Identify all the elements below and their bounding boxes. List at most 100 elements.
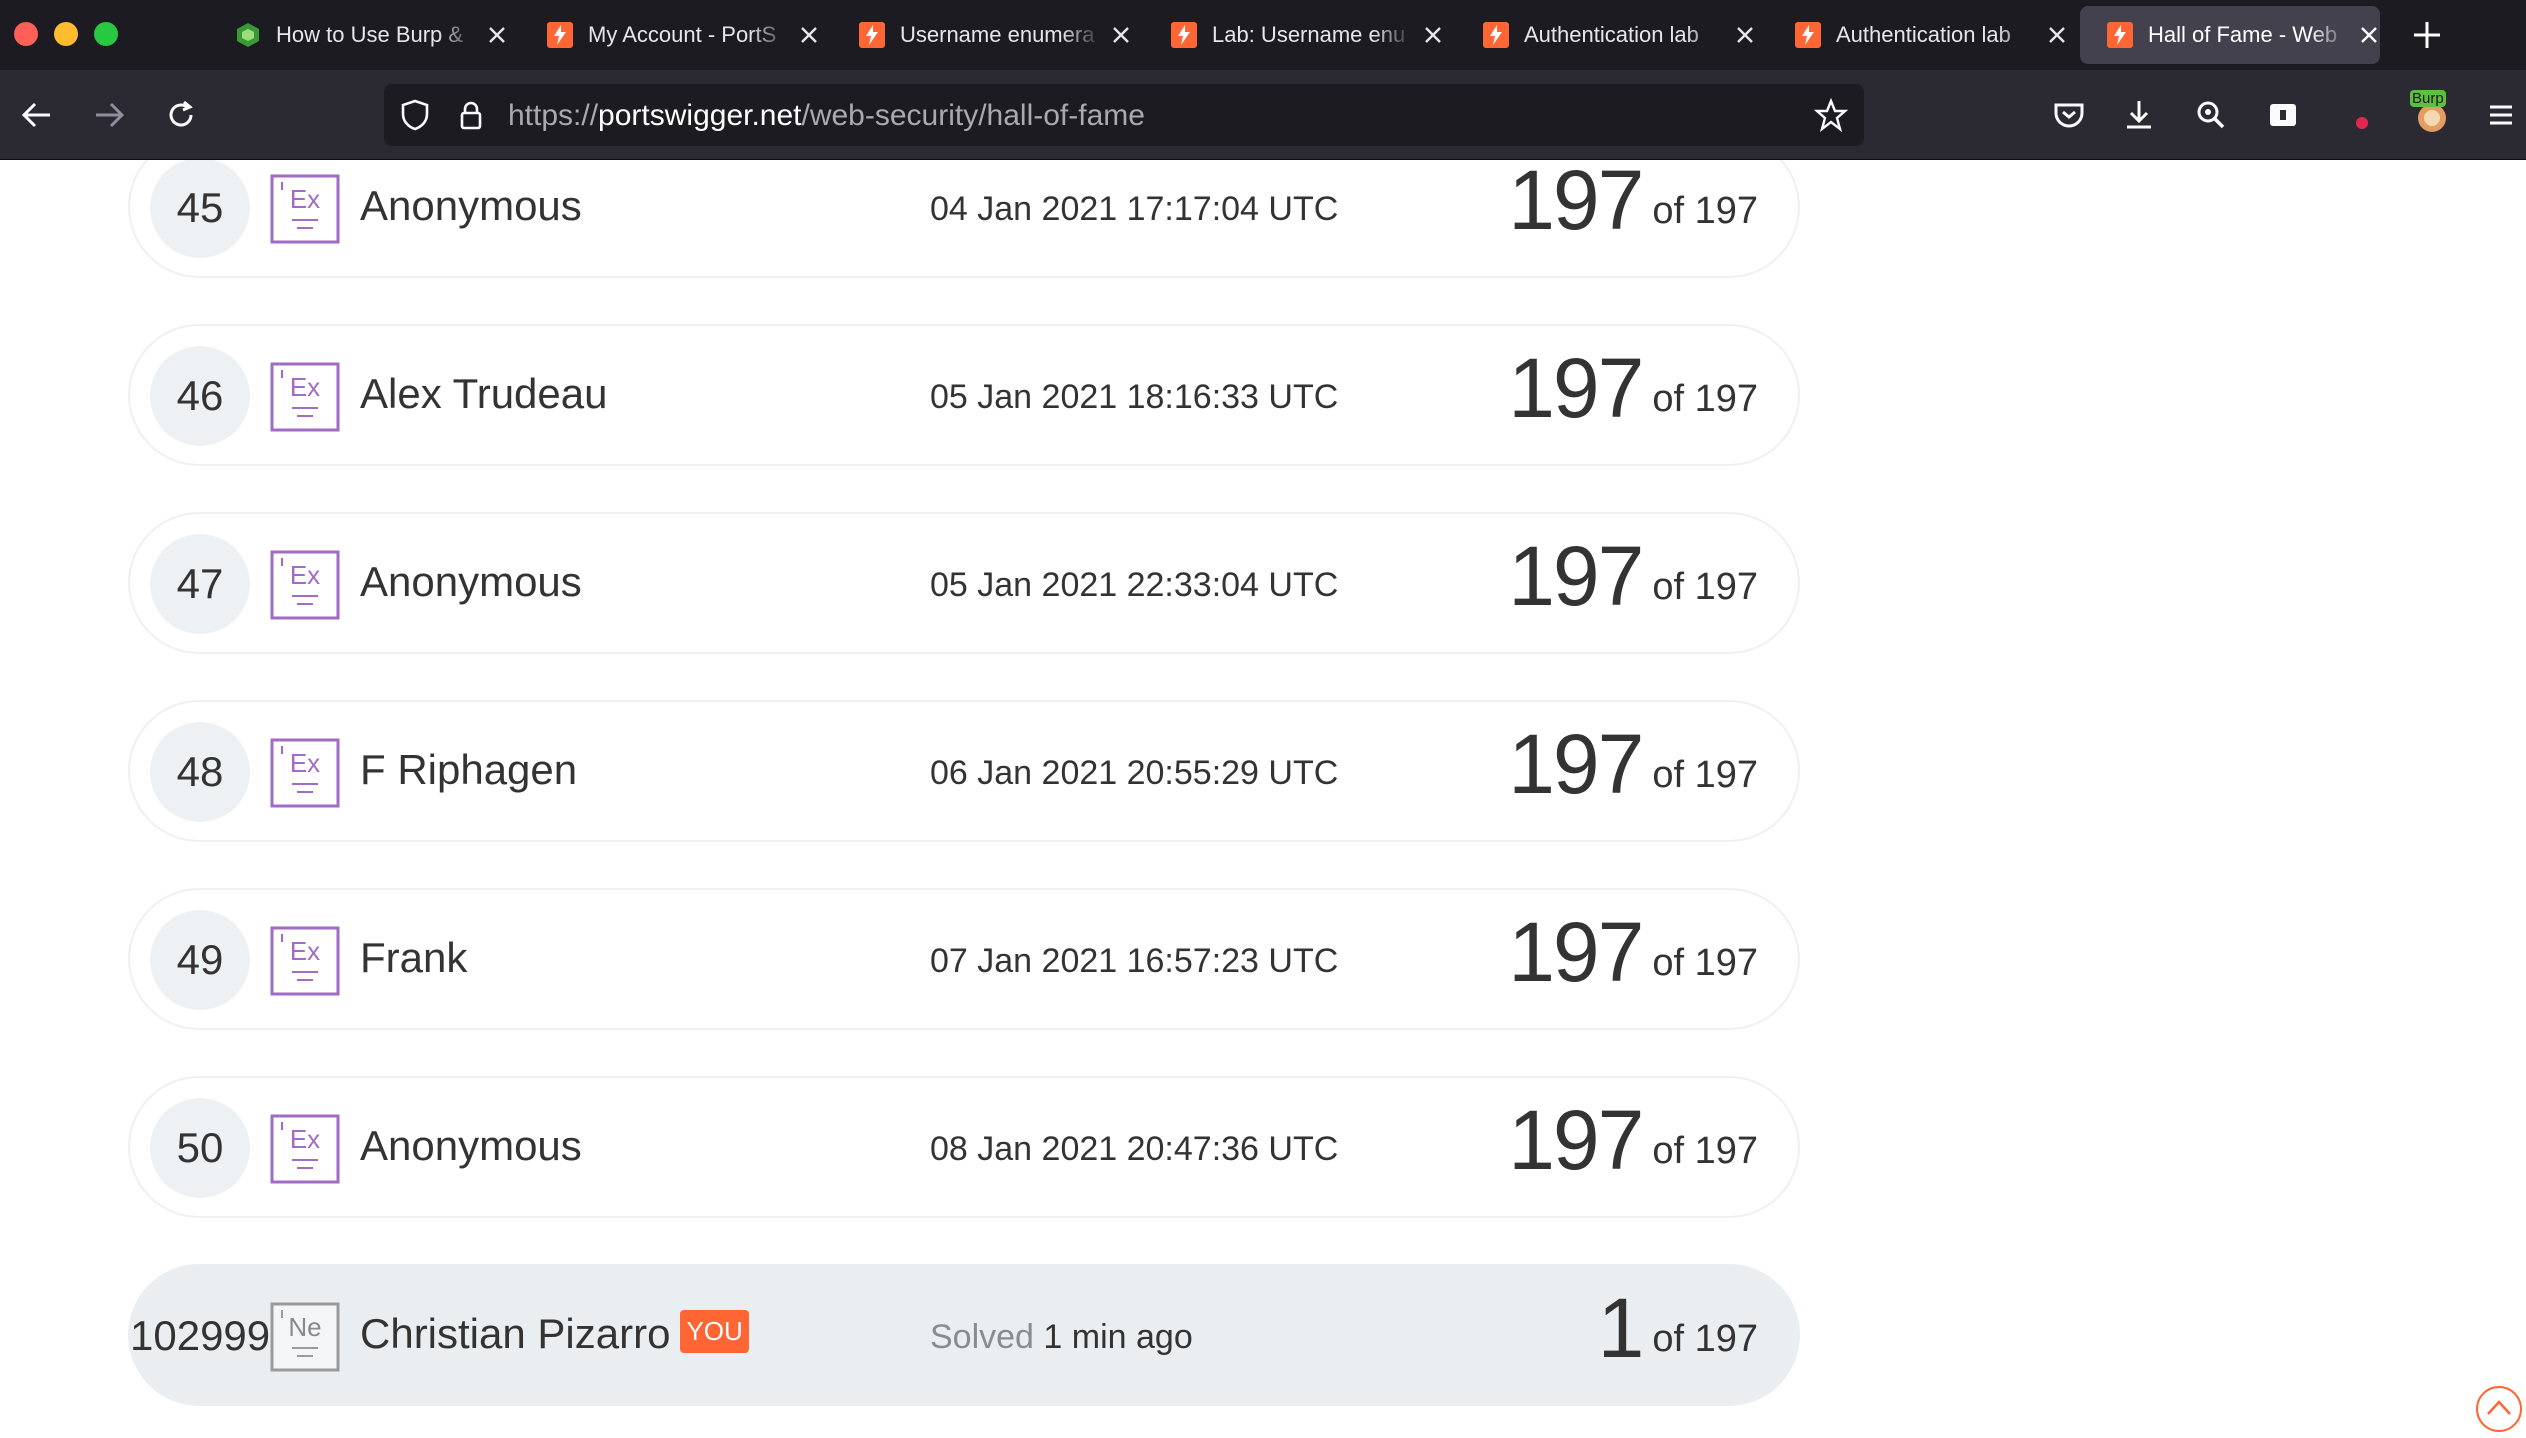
pocket-icon[interactable] — [2048, 94, 2090, 136]
tab-title: Authentication lab — [1524, 22, 1699, 47]
close-icon[interactable] — [2046, 24, 2068, 46]
tab-my-account[interactable]: My Account - PortS — [520, 6, 820, 64]
leaderboard-row: 50 Ex Anonymous 08 Jan 2021 20:47:36 UTC… — [128, 1076, 1800, 1218]
labs-solved: 197 of 197 — [1508, 904, 1758, 1001]
tab-title: How to Use Burp & — [276, 22, 464, 47]
svg-text:Ex: Ex — [290, 748, 320, 778]
labs-solved: 1 of 197 — [1598, 1280, 1758, 1377]
my-leaderboard-row: 102999 Ne Christian Pizarro YOU Solved 1 … — [128, 1264, 1800, 1406]
solved-count: 197 — [1508, 1093, 1644, 1187]
labs-solved: 197 of 197 — [1508, 716, 1758, 813]
close-window-button[interactable] — [14, 22, 38, 46]
solved-total: of 197 — [1652, 942, 1758, 984]
completion-date: 07 Jan 2021 16:57:23 UTC — [930, 942, 1339, 980]
tab-hall-of-fame[interactable]: Hall of Fame - Web — [2080, 6, 2380, 64]
tab-authentication-lab-2[interactable]: Authentication lab — [1768, 6, 2068, 64]
expert-level-icon: Ex — [270, 362, 340, 432]
tab-title: Username enumera — [900, 22, 1095, 47]
rank-circle: 46 — [150, 346, 250, 446]
solved-label: Solved — [930, 1318, 1034, 1356]
new-tab-icon[interactable] — [2408, 16, 2446, 54]
newbie-level-icon: Ne — [270, 1302, 340, 1372]
back-arrow-icon[interactable] — [16, 94, 58, 136]
bookmark-star-icon[interactable] — [1814, 98, 1848, 132]
close-icon[interactable] — [1422, 24, 1444, 46]
zoom-window-button[interactable] — [94, 22, 118, 46]
svg-text:Ne: Ne — [288, 1312, 321, 1342]
close-icon[interactable] — [1734, 24, 1756, 46]
forward-arrow-icon[interactable] — [88, 94, 130, 136]
portswigger-icon — [547, 22, 573, 48]
svg-text:Ex: Ex — [290, 184, 320, 214]
reload-icon[interactable] — [160, 94, 202, 136]
close-icon[interactable] — [486, 24, 508, 46]
close-icon[interactable] — [1110, 24, 1132, 46]
completion-date: 05 Jan 2021 18:16:33 UTC — [930, 378, 1339, 416]
solved-count: 197 — [1508, 717, 1644, 811]
player-name: Anonymous — [360, 558, 582, 605]
burp-extension-badge: Burp — [2410, 90, 2446, 107]
leaderboard-row: 47 Ex Anonymous 05 Jan 2021 22:33:04 UTC… — [128, 512, 1800, 654]
leaderboard-row: 46 Ex Alex Trudeau 05 Jan 2021 18:16:33 … — [128, 324, 1800, 466]
close-icon[interactable] — [798, 24, 820, 46]
tab-username-enumeration[interactable]: Username enumera — [832, 6, 1132, 64]
player-name: Alex Trudeau — [360, 370, 608, 417]
player-name: Frank — [360, 934, 468, 981]
tab-authentication-lab-1[interactable]: Authentication lab — [1456, 6, 1756, 64]
portswigger-icon — [1483, 22, 1509, 48]
expert-level-icon: Ex — [270, 1114, 340, 1184]
solved-ago: Solved 1 min ago — [930, 1318, 1193, 1357]
burp-green-icon — [237, 23, 259, 47]
labs-solved: 197 of 197 — [1508, 160, 1758, 249]
rank-circle: 50 — [150, 1098, 250, 1198]
lock-icon[interactable] — [454, 98, 488, 132]
rank-circle: 49 — [150, 910, 250, 1010]
record-extension-icon[interactable] — [2334, 94, 2376, 136]
completion-date: 08 Jan 2021 20:47:36 UTC — [930, 1130, 1339, 1168]
leaderboard-row: 45 Ex Anonymous 04 Jan 2021 17:17:04 UTC… — [128, 160, 1800, 278]
solved-count: 197 — [1508, 160, 1644, 247]
player-name: Anonymous — [360, 1122, 582, 1169]
solved-total: of 197 — [1652, 190, 1758, 232]
expert-level-icon: Ex — [270, 550, 340, 620]
expert-level-icon: Ex — [270, 926, 340, 996]
tab-how-to-use-burp[interactable]: How to Use Burp & — [208, 6, 508, 64]
minimize-window-button[interactable] — [54, 22, 78, 46]
scroll-to-top-icon[interactable] — [2474, 1384, 2524, 1434]
url-path: /web-security/hall-of-fame — [801, 99, 1145, 132]
tab-lab-username-enumeration[interactable]: Lab: Username enu — [1144, 6, 1444, 64]
navigation-toolbar: https://portswigger.net/web-security/hal… — [0, 70, 2526, 160]
solved-count: 1 — [1597, 1281, 1645, 1375]
close-icon[interactable] — [2358, 24, 2380, 46]
url-text[interactable]: https://portswigger.net/web-security/hal… — [508, 99, 1145, 133]
svg-text:Ex: Ex — [290, 936, 320, 966]
solved-total: of 197 — [1652, 378, 1758, 420]
tab-title: My Account - PortS — [588, 22, 777, 47]
tab-title: Lab: Username enu — [1212, 22, 1406, 47]
download-icon[interactable] — [2118, 94, 2160, 136]
rank-circle: 48 — [150, 722, 250, 822]
hall-of-fame-page: 45 Ex Anonymous 04 Jan 2021 17:17:04 UTC… — [0, 160, 2526, 1438]
completion-date: 05 Jan 2021 22:33:04 UTC — [930, 566, 1339, 604]
solved-count: 197 — [1508, 529, 1644, 623]
container-extension-icon[interactable] — [2262, 94, 2304, 136]
hamburger-menu-icon[interactable] — [2480, 94, 2522, 136]
address-bar[interactable]: https://portswigger.net/web-security/hal… — [384, 84, 1864, 146]
player-name: Christian Pizarro YOU — [360, 1310, 749, 1358]
completion-date: 04 Jan 2021 17:17:04 UTC — [930, 190, 1339, 228]
shield-icon[interactable] — [398, 98, 432, 132]
tab-title: Hall of Fame - Web — [2148, 22, 2338, 47]
portswigger-icon — [2107, 22, 2133, 48]
solved-total: of 197 — [1652, 1130, 1758, 1172]
portswigger-icon — [1171, 22, 1197, 48]
zoom-extension-icon[interactable] — [2190, 94, 2232, 136]
url-scheme: https:// — [508, 99, 599, 132]
my-name: Christian Pizarro — [360, 1310, 671, 1357]
solved-total: of 197 — [1652, 754, 1758, 796]
tab-bar: How to Use Burp & My Account - PortS Use… — [0, 0, 2526, 70]
rank-circle: 45 — [150, 160, 250, 258]
you-badge: YOU — [680, 1310, 749, 1353]
solved-total: of 197 — [1652, 1318, 1758, 1360]
svg-text:Ex: Ex — [290, 372, 320, 402]
solved-total: of 197 — [1652, 566, 1758, 608]
